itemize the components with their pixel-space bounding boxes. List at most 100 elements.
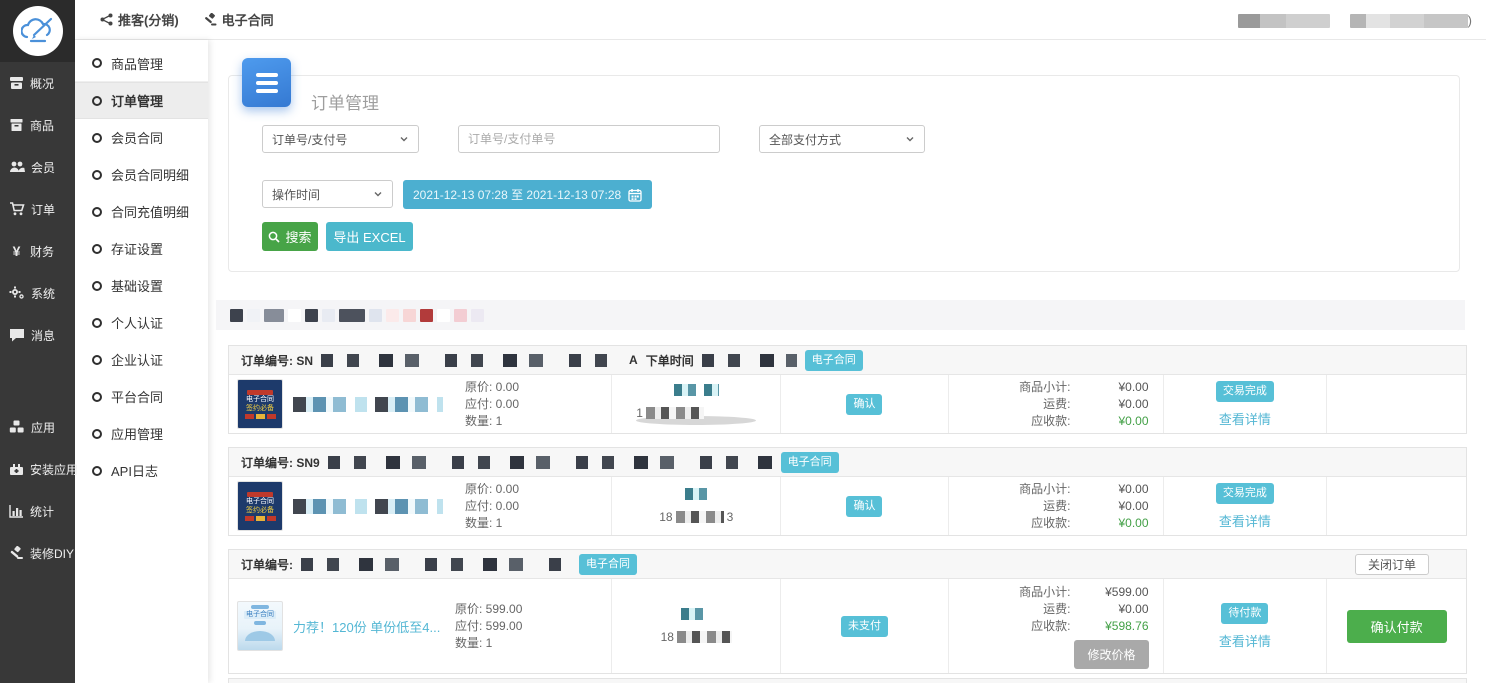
action-cell [1326,375,1466,433]
sidebar-item-members[interactable]: 会员 [0,146,75,188]
view-detail-link[interactable]: 查看详情 [1219,511,1271,530]
confirm-payment-button[interactable]: 确认付款 [1347,610,1447,643]
topbar-menu-label: 推客(分销) [118,10,179,29]
redacted-account-text [1238,14,1330,28]
chat-icon [9,328,25,342]
submenu-item-app-management[interactable]: 应用管理 [75,415,208,452]
topbar-account-area[interactable]: ) [1238,13,1472,28]
search-type-select[interactable]: 订单号/支付号 [262,125,419,153]
sidebar-item-label: 商品 [30,117,54,134]
redacted-tab-block [305,309,318,322]
modify-price-button[interactable]: 修改价格 [1074,640,1148,669]
sidebar-item-goods[interactable]: 商品 [0,104,75,146]
main-content: 订单管理 订单号/支付号 全部支付方式 操作时间 2021-12-13 07:2… [208,40,1486,683]
sidebar-item-orders[interactable]: 订单 [0,188,75,230]
submenu-item-platform-contract[interactable]: 平台合同 [75,378,208,415]
order-no-prefix: 订单编号: SN [241,352,313,369]
search-button[interactable]: 搜索 [262,222,318,251]
sidebar-item-label: 应用 [31,419,55,436]
order-body: 电子合同 力荐！120份 单份低至4... 原价: 599.00 应付: 599… [229,579,1466,673]
submenu-item-contract-recharge-detail[interactable]: 合同充值明细 [75,193,208,230]
sidebar-item-label: 统计 [30,503,54,520]
buyer-cell: 18 3 [611,477,780,535]
product-title-link[interactable]: 力荐！120份 单份低至4... [293,617,443,636]
topbar-menu-contract[interactable]: 电子合同 [204,10,274,29]
confirm-cell: 确认 [780,375,948,433]
redacted-order-no [301,558,571,571]
date-range-button[interactable]: 2021-12-13 07:28 至 2021-12-13 07:28 [403,180,652,209]
redacted-account-text [1350,14,1468,28]
circle-icon [92,207,102,217]
price-block: 原价: 0.00 应付: 0.00 数量: 1 [465,481,570,532]
sidebar-item-label: 概况 [30,75,54,92]
submenu-item-order-management[interactable]: 订单管理 [75,82,208,119]
redacted-order-no [321,354,621,367]
product-thumbnail[interactable]: 电子合同 签约必备 [237,379,283,429]
sidebar-item-messages[interactable]: 消息 [0,314,75,356]
orig-price: 原价: 0.00 [465,481,570,498]
circle-icon [92,392,102,402]
circle-icon [92,281,102,291]
sidebar-item-apps[interactable]: 应用 [0,406,75,448]
export-excel-button[interactable]: 导出 EXCEL [326,222,413,251]
quantity: 数量: 1 [465,413,570,430]
submenu-item-api-log[interactable]: API日志 [75,452,208,489]
contract-badge: 电子合同 [579,554,637,575]
sidebar-item-install-apps[interactable]: 安装应用 [0,448,75,490]
view-detail-link[interactable]: 查看详情 [1219,631,1271,650]
sidebar-item-decorate-diy[interactable]: 装修DIY [0,532,75,574]
submenu-item-label: 订单管理 [111,91,163,110]
submenu-item-goods-management[interactable]: 商品管理 [75,45,208,82]
circle-icon [92,96,102,106]
submenu-item-basic-settings[interactable]: 基础设置 [75,267,208,304]
order-status-tabs-redacted[interactable] [216,300,1465,330]
topbar-menu-tuike[interactable]: 推客(分销) [100,10,179,29]
receivable-value: ¥0.00 [1071,515,1149,532]
menu-toggle-button[interactable] [242,58,291,107]
sidebar-item-label: 会员 [31,159,55,176]
view-detail-link[interactable]: 查看详情 [1219,409,1271,428]
submenu-item-evidence-settings[interactable]: 存证设置 [75,230,208,267]
submenu-item-personal-auth[interactable]: 个人认证 [75,304,208,341]
redacted-buyer-name [685,488,707,500]
redacted-tab-block [264,309,284,322]
product-thumbnail[interactable]: 电子合同 签约必备 [237,481,283,531]
confirm-badge[interactable]: 确认 [846,496,882,517]
amounts-cell: 商品小计:¥599.00 运费:¥0.00 应收款:¥598.76 修改价格 [948,579,1163,673]
app-logo[interactable] [0,0,75,62]
close-order-button[interactable]: 关闭订单 [1355,554,1429,575]
sidebar-item-finance[interactable]: ¥ 财务 [0,230,75,272]
submenu-item-member-contract-detail[interactable]: 会员合同明细 [75,156,208,193]
submenu-item-enterprise-auth[interactable]: 企业认证 [75,341,208,378]
sidebar-item-overview[interactable]: 概况 [0,62,75,104]
gavel-icon [204,13,217,26]
product-thumbnail[interactable]: 电子合同 [237,601,283,651]
redacted-tab-block [247,309,260,322]
order-card: 订单编号: SN9 电子合同 电子合同 签约必备 原价: 0.00 应付: 0.… [228,447,1467,536]
subtotal-label: 商品小计: [1001,584,1071,601]
buyer-phone: 18 3 [659,510,733,524]
pay-price: 应付: 0.00 [465,498,570,515]
yen-icon: ¥ [9,243,24,259]
shipping-value: ¥0.00 [1071,498,1149,515]
confirm-badge[interactable]: 确认 [846,394,882,415]
pay-method-select[interactable]: 全部支付方式 [759,125,925,153]
submenu-item-label: API日志 [111,461,158,480]
submenu-item-member-contract[interactable]: 会员合同 [75,119,208,156]
circle-icon [92,133,102,143]
gear-icon [9,286,25,300]
redacted-tab-block [288,309,301,322]
redacted-phone [676,511,724,523]
order-card-partial [228,678,1467,683]
thumb-text: 电子合同 [246,396,274,404]
receivable-value: ¥0.00 [1071,413,1149,430]
keyword-input[interactable] [468,132,710,146]
sidebar-item-system[interactable]: 系统 [0,272,75,314]
sidebar-item-label: 安装应用 [30,461,78,478]
topbar: 推客(分销) 电子合同 ) [75,0,1486,40]
circle-icon [92,170,102,180]
submenu-item-label: 企业认证 [111,350,163,369]
subtotal-label: 商品小计: [1001,379,1071,396]
time-type-select[interactable]: 操作时间 [262,180,393,208]
sidebar-item-stats[interactable]: 统计 [0,490,75,532]
